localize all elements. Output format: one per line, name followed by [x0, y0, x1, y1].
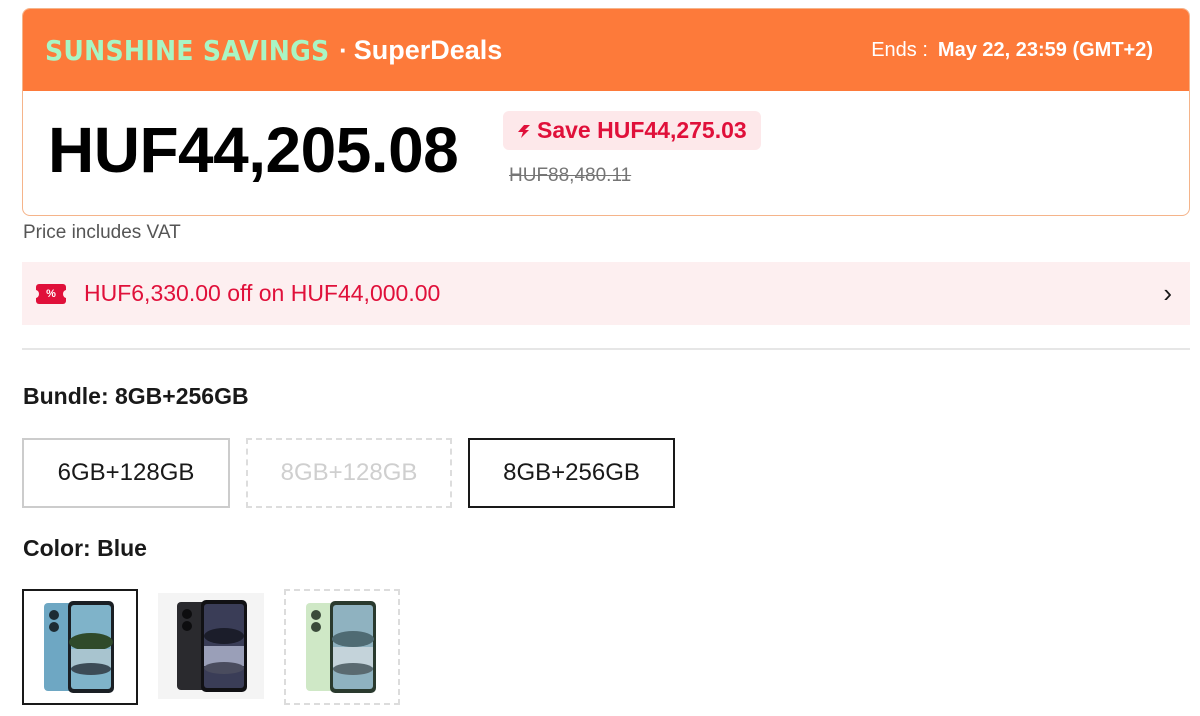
bundle-option-6gb-128gb[interactable]: 6GB+128GB	[22, 438, 230, 508]
black-phone-thumbnail	[177, 600, 247, 692]
bundle-label: Bundle: 8GB+256GB	[23, 383, 249, 409]
save-amount: Save HUF44,275.03	[537, 117, 747, 143]
price-row: HUF44,205.08 Save HUF44,275.03 HUF88,480…	[23, 91, 1189, 215]
vat-note: Price includes VAT	[23, 222, 181, 243]
original-price: HUF88,480.11	[509, 165, 632, 186]
current-price: HUF44,205.08	[48, 114, 459, 186]
coupon-banner[interactable]: % HUF6,330.00 off on HUF44,000.00 ›	[22, 262, 1190, 325]
superdeals-label: SuperDeals	[353, 34, 503, 65]
coupon-percent-icon: %	[32, 283, 70, 304]
ends-label: Ends :	[871, 38, 928, 61]
green-phone-thumbnail	[306, 601, 376, 693]
save-badge: Save HUF44,275.03	[503, 111, 761, 150]
chevron-right-icon[interactable]: ›	[1163, 278, 1172, 309]
color-option-green[interactable]	[284, 589, 400, 705]
section-divider	[22, 348, 1190, 350]
bundle-option-8gb-128gb[interactable]: 8GB+128GB	[246, 438, 452, 508]
blue-phone-thumbnail	[44, 601, 114, 693]
superdeals-price-card: SUNSHINE SAVINGS · SuperDeals Ends : May…	[22, 8, 1190, 216]
coupon-text: HUF6,330.00 off on HUF44,000.00	[84, 280, 441, 306]
ends-value: May 22, 23:59 (GMT+2)	[937, 38, 1153, 61]
down-arrow-icon	[515, 123, 531, 139]
bundle-option-8gb-256gb[interactable]: 8GB+256GB	[468, 438, 675, 508]
title-separator: ·	[339, 34, 348, 65]
deal-countdown: Ends : May 22, 23:59 (GMT+2)	[871, 39, 1153, 62]
color-option-blue[interactable]	[22, 589, 138, 705]
campaign-name: SUNSHINE SAVINGS	[45, 33, 330, 67]
color-label: Color: Blue	[23, 535, 147, 561]
color-option-black[interactable]	[158, 593, 264, 699]
deal-title: SUNSHINE SAVINGS · SuperDeals	[45, 34, 502, 67]
deal-header-banner: SUNSHINE SAVINGS · SuperDeals Ends : May…	[23, 9, 1189, 91]
